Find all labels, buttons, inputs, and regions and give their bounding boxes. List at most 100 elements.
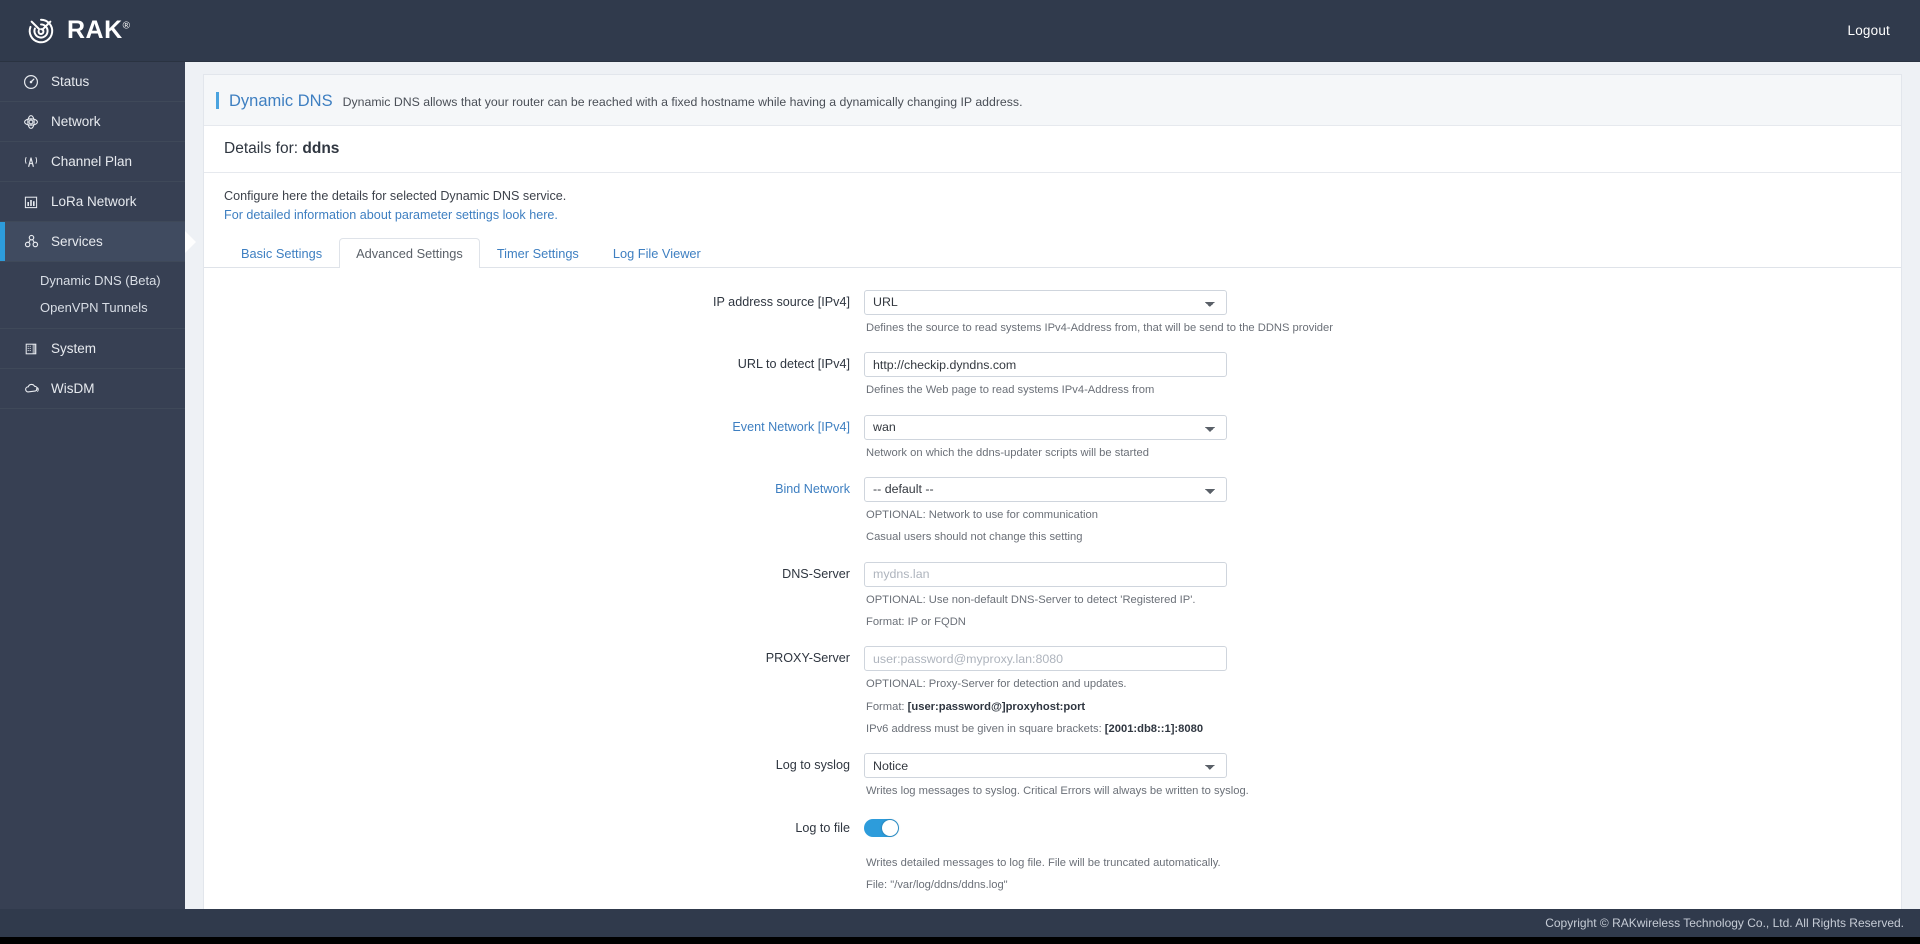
hint-prefix: Format: — [866, 700, 908, 713]
event-network-select[interactable]: wan — [864, 414, 1227, 440]
field-log-to-syslog: Log to syslog Notice Writes log messages… — [224, 753, 1881, 800]
field-log-to-file: Log to file Writes detailed messages to … — [224, 816, 1881, 895]
field-control: wan Network on which the ddns-updater sc… — [864, 414, 1881, 462]
field-label[interactable]: Event Network [IPv4] — [224, 415, 864, 462]
intro-text: Configure here the details for selected … — [204, 173, 1901, 231]
tab-log-file-viewer[interactable]: Log File Viewer — [596, 238, 718, 268]
sidebar-item-label: Channel Plan — [51, 154, 133, 169]
row-gap — [224, 402, 1881, 415]
field-label: IP address source [IPv4] — [713, 294, 850, 309]
logout-button[interactable]: Logout — [1848, 23, 1891, 38]
body-wrapper: Status Network Channel Plan LoRa Network — [0, 62, 1920, 944]
url-to-detect-input[interactable] — [864, 352, 1227, 378]
field-label: URL to detect [IPv4] — [737, 357, 850, 372]
row-gap — [224, 633, 1881, 646]
field-hint: Network on which the ddns-updater script… — [866, 446, 1149, 459]
hint-bold: [2001:db8::1]:8080 — [1104, 723, 1204, 736]
row-gap — [224, 339, 1881, 352]
details-heading: Details for: ddns — [204, 126, 1901, 173]
sidebar: Status Network Channel Plan LoRa Network — [0, 62, 185, 909]
sidebar-subnav-services: Dynamic DNS (Beta) OpenVPN Tunnels — [0, 262, 185, 329]
parameter-settings-link[interactable]: For detailed information about parameter… — [224, 208, 558, 222]
rak-spiral-logo-icon — [26, 16, 56, 46]
cloud-signal-icon — [22, 380, 40, 398]
sidebar-item-status[interactable]: Status — [0, 62, 185, 102]
field-label: Log to syslog — [775, 758, 850, 773]
sidebar-item-system[interactable]: System — [0, 329, 185, 369]
bottom-strip — [0, 936, 1920, 944]
details-prefix: Details for: — [224, 140, 303, 157]
bind-network-select[interactable]: -- default -- — [864, 476, 1227, 502]
brand[interactable]: RAK® — [26, 16, 131, 46]
toggle-knob — [882, 819, 898, 836]
proxy-server-input[interactable] — [864, 646, 1227, 672]
sidebar-item-network[interactable]: Network — [0, 102, 185, 142]
brand-name-text: RAK — [67, 16, 123, 44]
sidebar-filler — [0, 409, 185, 909]
details-name: ddns — [302, 140, 340, 157]
field-event-network: Event Network [IPv4] wan Network on whic… — [224, 414, 1881, 462]
atom-network-icon — [22, 113, 40, 131]
sidebar-item-label: WisDM — [51, 381, 95, 396]
log-to-syslog-select[interactable]: Notice — [864, 753, 1227, 779]
advanced-settings-form: IP address source [IPv4] URL Defines the… — [204, 268, 1901, 923]
sidebar-subitem-openvpn-tunnels[interactable]: OpenVPN Tunnels — [0, 294, 185, 321]
page-title: Dynamic DNS — [229, 92, 333, 110]
server-icon — [22, 340, 40, 358]
field-hint: OPTIONAL: Use non-default DNS-Server to … — [866, 593, 1196, 606]
footer-copyright: Copyright © RAKwireless Technology Co., … — [0, 908, 1920, 937]
field-control: Notice Writes log messages to syslog. Cr… — [864, 753, 1881, 800]
tab-advanced-settings[interactable]: Advanced Settings — [339, 237, 480, 268]
row-gap — [224, 803, 1881, 816]
ip-address-source-select[interactable]: URL — [864, 289, 1227, 315]
field-dns-server: DNS-Server OPTIONAL: Use non-default DNS… — [224, 561, 1881, 632]
field-hint: Casual users should not change this sett… — [866, 531, 1083, 544]
field-hint: File: "/var/log/ddns/ddns.log" — [866, 879, 1008, 892]
field-label: PROXY-Server — [765, 651, 850, 666]
field-hint: OPTIONAL: Proxy-Server for detection and… — [866, 678, 1127, 691]
hint-prefix: IPv6 address must be given in square bra… — [866, 723, 1105, 736]
page-description: Dynamic DNS allows that your router can … — [342, 95, 1023, 109]
gauge-icon — [22, 73, 40, 91]
sidebar-item-services[interactable]: Services — [0, 222, 185, 262]
field-control: URL Defines the source to read systems I… — [864, 289, 1881, 337]
field-label: DNS-Server — [782, 566, 850, 581]
sidebar-item-channel-plan[interactable]: Channel Plan — [0, 142, 185, 182]
field-hint: Writes log messages to syslog. Critical … — [866, 785, 1249, 798]
field-hint-format: Format: [user:password@]proxyhost:port — [866, 699, 1881, 716]
title-accent-bar — [216, 92, 219, 109]
sidebar-item-label: System — [51, 341, 97, 356]
sidebar-item-wisdm[interactable]: WisDM — [0, 369, 185, 409]
log-to-file-toggle[interactable] — [864, 818, 899, 837]
sidebar-item-label: LoRa Network — [51, 194, 137, 209]
field-proxy-server: PROXY-Server OPTIONAL: Proxy-Server for … — [224, 646, 1881, 738]
sidebar-subitem-dynamic-dns[interactable]: Dynamic DNS (Beta) — [0, 267, 185, 294]
app-window: RAK® Logout Status Network Channel Plan … — [0, 0, 1920, 944]
tab-bar: Basic Settings Advanced Settings Timer S… — [204, 231, 1901, 268]
field-url-to-detect: URL to detect [IPv4] Defines the Web pag… — [224, 352, 1881, 399]
tab-basic-settings[interactable]: Basic Settings — [224, 238, 339, 268]
field-ip-address-source: IP address source [IPv4] URL Defines the… — [224, 289, 1881, 337]
brand-name: RAK® — [67, 18, 131, 43]
field-label[interactable]: Bind Network — [224, 477, 864, 547]
main-content: Dynamic DNS Dynamic DNS allows that your… — [185, 62, 1920, 944]
field-hint: Writes detailed messages to log file. Fi… — [866, 856, 1221, 869]
sidebar-item-label: Status — [51, 74, 90, 89]
field-bind-network: Bind Network -- default -- OPTIONAL: Net… — [224, 476, 1881, 547]
field-label: Log to file — [795, 820, 850, 835]
field-control: OPTIONAL: Proxy-Server for detection and… — [864, 646, 1881, 738]
field-hint: Defines the Web page to read systems IPv… — [866, 384, 1155, 397]
intro-line: Configure here the details for selected … — [224, 189, 567, 203]
field-hint: Defines the source to read systems IPv4-… — [866, 321, 1333, 334]
field-control: Defines the Web page to read systems IPv… — [864, 352, 1881, 399]
registered-mark: ® — [122, 20, 131, 32]
field-control: OPTIONAL: Use non-default DNS-Server to … — [864, 561, 1881, 632]
tab-timer-settings[interactable]: Timer Settings — [480, 238, 596, 268]
services-nodes-icon — [22, 233, 40, 251]
field-hint: Format: IP or FQDN — [866, 615, 966, 628]
dns-server-input[interactable] — [864, 561, 1227, 587]
sidebar-item-label: Network — [51, 114, 101, 129]
row-gap — [224, 464, 1881, 477]
sidebar-item-lora-network[interactable]: LoRa Network — [0, 182, 185, 222]
row-gap — [224, 549, 1881, 562]
